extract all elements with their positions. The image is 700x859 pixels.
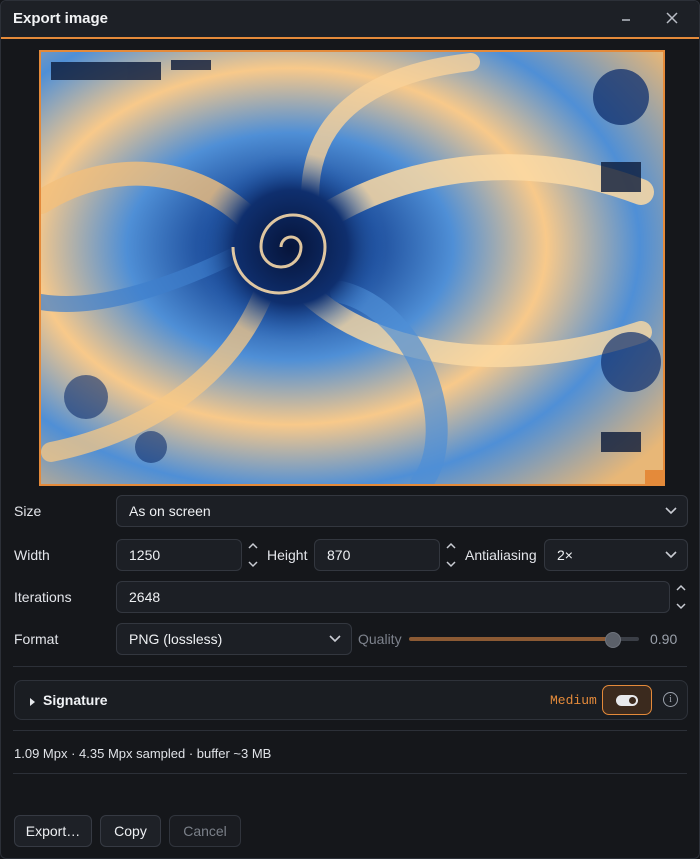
quality-value: 0.90 bbox=[650, 631, 678, 647]
quality-slider-fill[interactable] bbox=[409, 637, 612, 641]
signature-panel[interactable]: Signature Medium i bbox=[14, 680, 688, 720]
quality-slider-handle[interactable] bbox=[605, 632, 621, 648]
toggle-switch-icon bbox=[616, 695, 638, 706]
format-select[interactable]: PNG (lossless) bbox=[116, 623, 352, 655]
export-dialog: Export image Size As on screen Width 125… bbox=[0, 0, 700, 859]
format-value: PNG (lossless) bbox=[129, 631, 223, 647]
antialiasing-select[interactable]: 2× bbox=[544, 539, 688, 571]
title-bar: Export image bbox=[1, 1, 699, 39]
dialog-title: Export image bbox=[13, 10, 109, 27]
chevron-down-icon bbox=[665, 540, 677, 560]
iterations-stepper[interactable] bbox=[675, 581, 687, 613]
size-value: As on screen bbox=[129, 503, 211, 519]
antialiasing-value: 2× bbox=[557, 547, 573, 563]
chevron-down-icon bbox=[329, 624, 341, 644]
divider bbox=[13, 666, 687, 667]
height-label: Height bbox=[267, 547, 308, 563]
antialiasing-label: Antialiasing bbox=[465, 547, 537, 563]
close-icon[interactable] bbox=[659, 7, 685, 31]
signature-title[interactable]: Signature bbox=[43, 692, 108, 708]
divider bbox=[13, 773, 687, 774]
signature-level: Medium bbox=[550, 693, 597, 708]
format-label: Format bbox=[14, 631, 59, 647]
size-label: Size bbox=[14, 503, 42, 519]
width-label: Width bbox=[14, 547, 50, 563]
fractal-preview-image bbox=[39, 50, 665, 486]
cancel-button[interactable]: Cancel bbox=[169, 815, 241, 847]
height-stepper[interactable] bbox=[445, 539, 457, 571]
width-value: 1250 bbox=[129, 547, 161, 563]
width-input[interactable]: 1250 bbox=[116, 539, 242, 571]
copy-button[interactable]: Copy bbox=[100, 815, 161, 847]
export-stats: 1.09 Mpx · 4.35 Mpx sampled · buffer ~3 … bbox=[14, 746, 272, 761]
chevron-down-icon bbox=[665, 496, 677, 516]
iterations-input[interactable]: 2648 bbox=[116, 581, 670, 613]
caret-right-icon[interactable] bbox=[29, 694, 37, 710]
width-stepper[interactable] bbox=[247, 539, 259, 571]
info-icon[interactable]: i bbox=[663, 692, 678, 707]
size-select[interactable]: As on screen bbox=[116, 495, 688, 527]
signature-toggle[interactable] bbox=[602, 685, 652, 715]
iterations-label: Iterations bbox=[14, 589, 72, 605]
minimize-icon[interactable] bbox=[613, 7, 639, 31]
iterations-value: 2648 bbox=[129, 589, 161, 605]
quality-label: Quality bbox=[358, 631, 402, 647]
export-button[interactable]: Export… bbox=[14, 815, 92, 847]
divider bbox=[13, 730, 687, 731]
height-value: 870 bbox=[327, 547, 351, 563]
height-input[interactable]: 870 bbox=[314, 539, 440, 571]
